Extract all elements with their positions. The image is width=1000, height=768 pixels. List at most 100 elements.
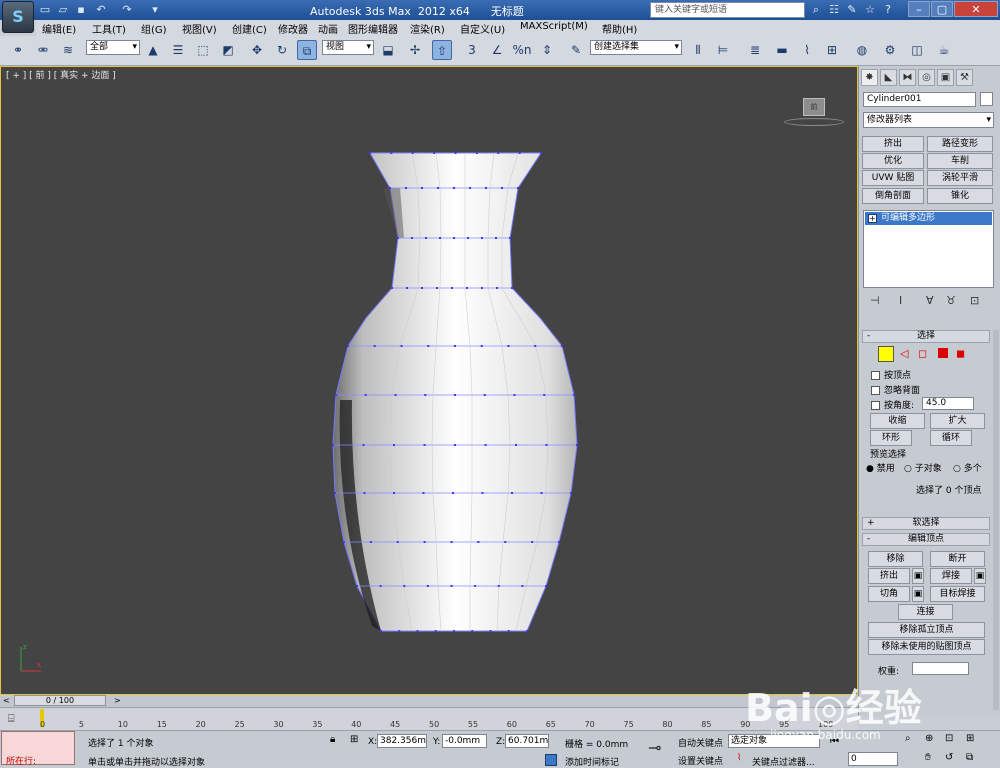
border-mode-icon[interactable]: ◻	[918, 347, 927, 360]
vertex	[451, 287, 453, 289]
modifier-extrude-button[interactable]: 挤出	[862, 136, 924, 152]
display-tab-icon[interactable]: ▣	[937, 69, 954, 86]
expand-stack-icon[interactable]: +	[868, 214, 877, 223]
maximize-viewport-icon[interactable]: ⧉	[966, 752, 973, 763]
weight-spinner[interactable]	[912, 662, 969, 675]
configure-modifier-sets-icon[interactable]: ⊡	[970, 294, 979, 307]
set-key-button[interactable]: 设置关键点	[678, 754, 723, 767]
modifier-turbosmooth-button[interactable]: 涡轮平滑	[927, 170, 993, 186]
grow-button[interactable]: 扩大	[930, 413, 985, 429]
break-button[interactable]: 断开	[930, 551, 985, 567]
element-mode-icon[interactable]: ◼	[956, 347, 965, 360]
minimize-button[interactable]: –	[908, 1, 930, 17]
app-logo-button[interactable]: S	[2, 1, 34, 33]
connect-button[interactable]: 连接	[898, 604, 953, 620]
by-vertex-option[interactable]: 按顶点	[871, 368, 911, 381]
shrink-button[interactable]: 收缩	[870, 413, 925, 429]
object-color-swatch[interactable]	[980, 92, 993, 106]
modifier-uvw-map-button[interactable]: UVW 贴图	[862, 170, 924, 186]
edge-mode-icon[interactable]: ◁	[900, 347, 908, 360]
panel-scrollbar[interactable]	[993, 330, 999, 710]
time-slider[interactable]: 0 / 100	[14, 695, 106, 706]
mini-curve-editor-icon[interactable]: ⌸	[8, 712, 15, 726]
soft-selection-rollout-header[interactable]: 软选择	[862, 517, 990, 530]
zoom-all-icon[interactable]: ⊕	[925, 733, 933, 744]
target-weld-button[interactable]: 目标焊接	[930, 586, 985, 602]
help-icon[interactable]: ?	[880, 2, 896, 18]
modifier-lathe-button[interactable]: 车削	[927, 153, 993, 169]
object-name-field[interactable]: Cylinder001	[863, 92, 976, 107]
vertex	[570, 492, 572, 494]
modifier-optimize-button[interactable]: 优化	[862, 153, 924, 169]
z-coordinate-field[interactable]: 60.701mm	[505, 734, 549, 748]
maxscript-listener[interactable]: 所在行:	[1, 731, 75, 767]
modifier-bevel-profile-button[interactable]: 倒角剖面	[862, 188, 924, 204]
next-frame-icon[interactable]: >	[114, 696, 121, 705]
vase-mesh[interactable]	[0, 0, 858, 695]
favorites-icon[interactable]: ☆	[862, 2, 878, 18]
extrude-settings-icon[interactable]: ▣	[912, 568, 924, 584]
by-vertex-checkbox[interactable]	[871, 371, 880, 380]
loop-button[interactable]: 循环	[930, 430, 972, 446]
preview-subobject-radio[interactable]: ○ 子对象	[904, 461, 942, 474]
y-coordinate-field[interactable]: -0.0mm	[442, 734, 487, 748]
angle-value-spinner[interactable]: 45.0	[922, 397, 974, 410]
close-button[interactable]: ✕	[954, 1, 998, 17]
by-angle-checkbox[interactable]	[871, 401, 880, 410]
ignore-backfacing-option[interactable]: 忽略背面	[871, 383, 920, 396]
show-end-result-icon[interactable]: Ⅰ	[899, 294, 902, 307]
x-coordinate-field[interactable]: 382.356mm	[377, 734, 427, 748]
extrude-button[interactable]: 挤出	[868, 568, 910, 584]
current-frame-field[interactable]: 0	[848, 752, 898, 766]
chamfer-settings-icon[interactable]: ▣	[912, 586, 924, 602]
remove-modifier-icon[interactable]: ♉	[946, 294, 956, 307]
preview-off-radio[interactable]: ● 禁用	[866, 461, 895, 474]
pin-stack-icon[interactable]: ⊣	[870, 294, 880, 307]
orbit-icon[interactable]: ↺	[945, 752, 953, 763]
selection-rollout-header[interactable]: 选择	[862, 330, 990, 343]
zoom-extents-icon[interactable]: ⊡	[945, 733, 953, 744]
make-unique-icon[interactable]: ∀	[926, 294, 934, 307]
zoom-icon[interactable]: ⌕	[905, 733, 911, 744]
time-slider-track[interactable]	[0, 695, 858, 707]
weld-settings-icon[interactable]: ▣	[974, 568, 986, 584]
vertex	[393, 444, 395, 446]
ring-button[interactable]: 环形	[870, 430, 912, 446]
ignore-backfacing-checkbox[interactable]	[871, 386, 880, 395]
auto-key-button[interactable]: 自动关键点	[678, 736, 723, 749]
maximize-button[interactable]: ▢	[931, 1, 953, 17]
remove-unused-map-vertices-button[interactable]: 移除未使用的贴图顶点	[868, 639, 985, 655]
by-angle-option[interactable]: 按角度:	[871, 398, 914, 411]
hierarchy-tab-icon[interactable]: ⧓	[899, 69, 916, 86]
modifier-list-dropdown[interactable]: 修改器列表	[863, 112, 994, 128]
set-key-icon[interactable]: ⊸	[648, 738, 661, 757]
absolute-mode-icon[interactable]: ⊞	[350, 734, 358, 745]
lock-selection-icon[interactable]: 🔒︎	[330, 734, 335, 745]
render-setup-icon[interactable]: ⚙	[880, 40, 900, 60]
time-tag-icon[interactable]	[545, 754, 557, 766]
modifier-taper-button[interactable]: 锥化	[927, 188, 993, 204]
weld-button[interactable]: 焊接	[930, 568, 972, 584]
preview-multi-radio[interactable]: ○ 多个	[953, 461, 982, 474]
modify-tab-icon[interactable]: ◣	[880, 69, 897, 86]
vertex	[364, 394, 367, 396]
zoom-extents-all-icon[interactable]: ⊞	[966, 733, 974, 744]
edit-vertices-rollout-header[interactable]: 编辑顶点	[862, 533, 990, 546]
remove-isolated-vertices-button[interactable]: 移除孤立顶点	[868, 622, 985, 638]
motion-tab-icon[interactable]: ◎	[918, 69, 935, 86]
chamfer-button[interactable]: 切角	[868, 586, 910, 602]
stack-item-editable-poly[interactable]: 可编辑多边形	[865, 212, 992, 225]
current-frame-value[interactable]: 0	[848, 752, 898, 766]
utilities-tab-icon[interactable]: ⚒	[956, 69, 973, 86]
render-production-icon[interactable]: ☕	[934, 40, 954, 60]
rendered-frame-window-icon[interactable]: ◫	[907, 40, 927, 60]
modifier-path-deform-button[interactable]: 路径变形	[927, 136, 993, 152]
polygon-mode-icon[interactable]	[938, 348, 948, 358]
create-tab-icon[interactable]: ✸	[861, 69, 878, 86]
vertex-mode-icon[interactable]	[878, 346, 894, 362]
pan-icon[interactable]: ✋︎	[925, 752, 931, 763]
key-filters-button[interactable]: 关键点过滤器...	[752, 755, 815, 768]
add-time-tag-button[interactable]: 添加时间标记	[565, 755, 619, 768]
prev-frame-icon[interactable]: <	[3, 696, 10, 705]
remove-button[interactable]: 移除	[868, 551, 923, 567]
